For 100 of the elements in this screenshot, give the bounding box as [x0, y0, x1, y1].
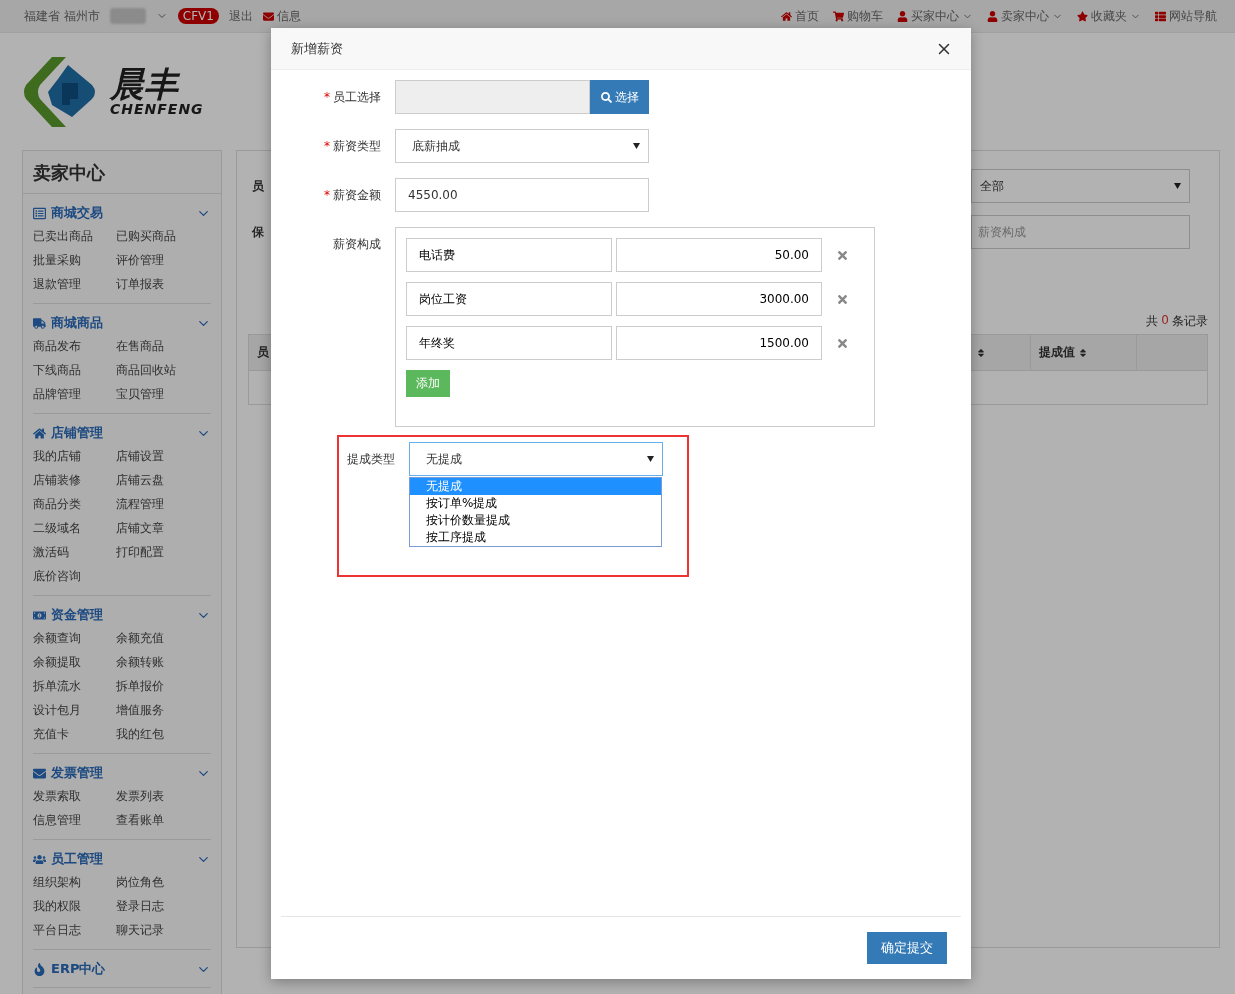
item-name-field[interactable]: 电话费 — [406, 238, 612, 272]
filter-label: 保 — [252, 223, 264, 241]
logo-name: 晨丰 — [110, 66, 181, 101]
required-mark: * — [324, 188, 330, 202]
sidebar-item[interactable]: 岗位角色 — [116, 870, 164, 894]
sidebar-item[interactable]: 退款管理 — [33, 272, 81, 296]
sidebar-item[interactable]: 我的店铺 — [33, 444, 81, 468]
sidebar-item[interactable]: 查看账单 — [116, 808, 164, 832]
location-text: 福建省 福州市 — [24, 7, 100, 25]
section-title[interactable]: 资金管理 — [51, 606, 191, 624]
sidebar-item[interactable]: 流程管理 — [116, 492, 164, 516]
sidebar-item[interactable]: 余额提取 — [33, 650, 81, 674]
record-count: 共 0 条记录 — [1146, 313, 1208, 330]
sidebar-item[interactable]: 商品分类 — [33, 492, 81, 516]
commission-select[interactable]: 无提成 — [409, 442, 663, 476]
top-link[interactable]: 网站导航 — [1155, 7, 1217, 25]
section-title[interactable]: 商城交易 — [51, 204, 191, 222]
logo-latin: CHENFENG — [110, 100, 204, 117]
sidebar-item[interactable]: 订单报表 — [116, 272, 164, 296]
sidebar-item[interactable]: 我的红包 — [116, 722, 164, 746]
remove-button[interactable] — [836, 336, 849, 350]
sidebar-item[interactable]: 信息管理 — [33, 808, 81, 832]
item-amount-field[interactable]: 3000.00 — [616, 282, 822, 316]
salary-type-select[interactable]: 底薪抽成 — [395, 129, 649, 163]
sidebar-item[interactable]: 设计包月 — [33, 698, 81, 722]
search-icon — [600, 91, 612, 103]
truck-icon — [33, 316, 46, 330]
top-link[interactable]: 卖家中心 — [987, 7, 1063, 25]
submit-button[interactable]: 确定提交 — [867, 932, 947, 964]
sidebar-item[interactable]: 批量采购 — [33, 248, 81, 272]
sidebar-item[interactable]: 发票索取 — [33, 784, 81, 808]
item-amount-field[interactable]: 50.00 — [616, 238, 822, 272]
sidebar-item[interactable]: 充值卡 — [33, 722, 69, 746]
home-icon — [33, 426, 46, 440]
sidebar-item[interactable]: 组织架构 — [33, 870, 81, 894]
sidebar-item[interactable]: 已购买商品 — [116, 224, 176, 248]
sidebar-item[interactable]: 登录日志 — [116, 894, 164, 918]
sidebar-item[interactable]: 商品回收站 — [116, 358, 176, 382]
section-title[interactable]: 商城商品 — [51, 314, 191, 332]
dropdown-option[interactable]: 无提成 — [410, 478, 661, 495]
sidebar-item[interactable]: 品牌管理 — [33, 382, 81, 406]
star-icon — [1077, 10, 1088, 22]
item-name-field[interactable]: 岗位工资 — [406, 282, 612, 316]
section-title[interactable]: 员工管理 — [51, 850, 191, 868]
sidebar-item[interactable]: 下线商品 — [33, 358, 81, 382]
sidebar-item[interactable]: 宝贝管理 — [116, 382, 164, 406]
remove-button[interactable] — [836, 248, 849, 262]
sidebar-item[interactable]: 在售商品 — [116, 334, 164, 358]
item-name-field[interactable]: 年终奖 — [406, 326, 612, 360]
user-icon — [987, 10, 998, 22]
sidebar-item[interactable]: 已卖出商品 — [33, 224, 93, 248]
sidebar-item[interactable]: 二级域名 — [33, 516, 81, 540]
sidebar-item[interactable]: 我的权限 — [33, 894, 81, 918]
section-title[interactable]: 发票管理 — [51, 764, 191, 782]
remove-button[interactable] — [836, 292, 849, 306]
sidebar-item[interactable]: 余额查询 — [33, 626, 81, 650]
sidebar-item[interactable]: 聊天记录 — [116, 918, 164, 942]
column-header: 员 — [257, 344, 269, 361]
top-link[interactable]: 购物车 — [833, 7, 883, 25]
employee-field[interactable] — [395, 80, 590, 114]
required-mark: * — [324, 139, 330, 153]
section-title[interactable]: 店铺管理 — [51, 424, 191, 442]
sort-icon[interactable] — [1078, 347, 1088, 358]
sidebar-item[interactable]: 评价管理 — [116, 248, 164, 272]
sidebar-item[interactable]: 余额转账 — [116, 650, 164, 674]
sidebar-item[interactable]: 打印配置 — [116, 540, 164, 564]
level-badge: CFV1 — [177, 8, 219, 24]
mail-icon — [262, 10, 274, 22]
users-icon — [33, 852, 46, 866]
amount-field[interactable]: 4550.00 — [395, 178, 649, 212]
top-link[interactable]: 收藏夹 — [1077, 7, 1141, 25]
sidebar-item[interactable]: 拆单报价 — [116, 674, 164, 698]
sidebar-item[interactable]: 店铺文章 — [116, 516, 164, 540]
column-header: 提成值 — [1039, 344, 1075, 361]
field-label: 提成类型 — [346, 451, 396, 468]
item-amount-field[interactable]: 1500.00 — [616, 326, 822, 360]
filter-select[interactable]: 全部 — [971, 169, 1190, 203]
top-link[interactable]: 退出 — [228, 7, 253, 25]
sidebar-item[interactable]: 平台日志 — [33, 918, 81, 942]
sidebar-item[interactable]: 店铺设置 — [116, 444, 164, 468]
sidebar-item[interactable]: 底价咨询 — [33, 564, 81, 588]
sidebar-item[interactable]: 商品发布 — [33, 334, 81, 358]
sidebar-item[interactable]: 店铺云盘 — [116, 468, 164, 492]
filter-input[interactable]: 薪资构成 — [971, 215, 1190, 249]
sidebar-item[interactable]: 店铺装修 — [33, 468, 81, 492]
sidebar-item[interactable]: 增值服务 — [116, 698, 164, 722]
sidebar-item[interactable]: 发票列表 — [116, 784, 164, 808]
caret-icon — [1174, 183, 1181, 189]
top-link[interactable]: 首页 — [781, 7, 819, 25]
sidebar-item[interactable]: 激活码 — [33, 540, 69, 564]
home-icon — [781, 10, 792, 22]
sort-icon[interactable] — [976, 347, 986, 358]
section-title[interactable]: ERP中心 — [51, 960, 191, 978]
top-link[interactable]: 买家中心 — [897, 7, 973, 25]
sidebar-item[interactable]: 拆单流水 — [33, 674, 81, 698]
dialog-title: 新增薪资 — [291, 39, 343, 58]
select-button[interactable]: 选择 — [590, 80, 649, 114]
required-mark: * — [324, 90, 330, 104]
top-link[interactable]: 信息 — [262, 7, 301, 25]
sidebar-item[interactable]: 余额充值 — [116, 626, 164, 650]
